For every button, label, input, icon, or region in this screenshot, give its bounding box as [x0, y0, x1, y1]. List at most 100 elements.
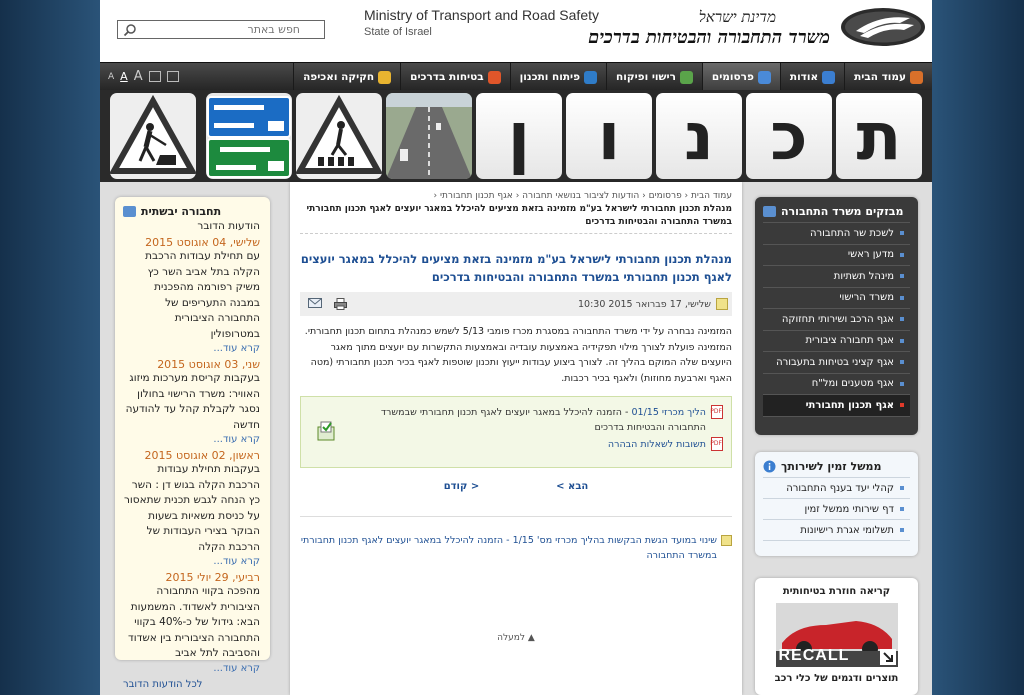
nav-item[interactable]: עמוד הבית [844, 63, 932, 91]
ministry-name-en: Ministry of Transport and Road Safety [364, 7, 599, 23]
all-news-link[interactable]: לכל הודעות הדובר [123, 679, 260, 690]
nav-item[interactable]: רישוי ופיקוח [606, 63, 702, 91]
news-item: שני, 03 אוגוסט 2015 בעקבות קריסת מערכות מ… [123, 358, 260, 445]
article-body: המזמינה נבחרה על ידי משרד התחבורה במסגרת… [300, 324, 732, 386]
related-note-icon [721, 535, 732, 546]
previous-link[interactable]: < קודם [444, 481, 480, 492]
flash-menu-item[interactable]: אגף הרכב ושירותי תחזוקה [763, 309, 910, 331]
article-paragraph: המזמינה פועלת לצורך מילוי תפקידיה באמצעו… [310, 341, 732, 384]
arrow-icon [879, 649, 896, 665]
flash-menu-item[interactable]: מינהל תשתיות [763, 266, 910, 288]
font-medium-button[interactable]: A [120, 70, 128, 83]
read-more-link[interactable]: קרא עוד... [123, 434, 260, 445]
back-to-top-link[interactable]: למעלה [497, 633, 525, 643]
news-item: רביעי, 29 יולי 2015 מהפכה בקווי התחבורה ה… [123, 571, 260, 674]
flash-menu-item-label: אגף תחבורה ציבורית [805, 335, 894, 347]
flash-menu-list: לשכת שר התחבורה מדען ראשי מינהל תשתיות משרד… [763, 222, 910, 417]
flash-menu-item[interactable]: אגף מטענים ומל"ח [763, 374, 910, 395]
flash-menu-item[interactable]: מדען ראשי [763, 245, 910, 266]
flash-menu-item[interactable]: אגף תחבורה ציבורית [763, 331, 910, 352]
attachment-item: PDF תשובות לשאלות הבהרה [341, 437, 723, 452]
background-right [932, 0, 1024, 695]
edit-note-icon [716, 298, 728, 310]
news-panel-title: תחבורה יבשתית [123, 205, 260, 218]
ministry-name-he: משרד התחבורה והבטיחות בדרכים [588, 27, 830, 48]
news-text[interactable]: בעקבות תחילת עבודות הרכבת הקלה בגוש דן :… [123, 462, 260, 555]
breadcrumb-link[interactable]: הודעות לציבור בנושאי תחבורה [522, 191, 639, 201]
download-icon[interactable] [317, 421, 335, 441]
banner-letter-tile: ו [566, 93, 652, 179]
speech-bubble-icon [763, 206, 776, 217]
service-item[interactable]: קהלי יעד בענף התחבורה [763, 478, 910, 499]
nav-item[interactable]: בטיחות בדרכים [400, 63, 510, 91]
bullet-icon [900, 528, 904, 532]
banner-letter-tile: ת [836, 93, 922, 179]
email-icon[interactable] [308, 298, 322, 308]
content-panel: עמוד הבית ‹ פרסומים ‹ הודעות לציבור בנוש… [290, 182, 742, 695]
bullet-icon [900, 295, 904, 300]
pedestrian-sign-tile [296, 93, 382, 179]
service-item-label: קהלי יעד בענף התחבורה [786, 482, 894, 494]
banner-letter-tile: נ [656, 93, 742, 179]
nav-item[interactable]: פרסומים [701, 63, 780, 91]
breadcrumb-separator: ‹ [639, 191, 649, 201]
services-panel: ממשל זמין לשירותך קהלי יעד בענף התחבורה ד… [755, 452, 918, 556]
breadcrumb-link[interactable]: פרסומים [649, 191, 682, 201]
flash-menu-item[interactable]: אגף תכנון תחבורתי [763, 395, 910, 417]
service-item-label: תשלומי אגרת רישיונות [800, 524, 894, 536]
attachment-link[interactable]: תשובות לשאלות הבהרה [608, 439, 706, 450]
font-small-button[interactable]: A [108, 72, 114, 82]
related-article-link[interactable]: שינוי במועד הגשת הבקשות בהליך מכרזי מס' … [300, 533, 717, 563]
accessibility-tools: A A A [108, 69, 179, 84]
bullet-icon [900, 507, 904, 511]
flash-menu-item-label: אגף הרכב ושירותי תחזוקה [781, 313, 894, 325]
flash-menu-item[interactable]: משרד הרישוי [763, 288, 910, 309]
flash-menu-title: מבזקים משרד התחבורה [763, 205, 910, 218]
info-icon [763, 460, 776, 473]
nav-items: עמוד הבית אודות פרסומים רישוי ופיקוח פיתוח ו… [293, 63, 932, 91]
ministry-logo-icon[interactable] [840, 6, 926, 48]
flash-menu-item[interactable]: אגף קציני בטיחות בתעבורה [763, 352, 910, 374]
nav-item[interactable]: חקיקה ואכיפה [293, 63, 400, 91]
read-more-link[interactable]: קרא עוד... [123, 663, 260, 674]
breadcrumb-link[interactable]: אגף תכנון תחבורתי [440, 191, 513, 201]
recall-image[interactable]: RECALL [775, 603, 898, 667]
read-more-link[interactable]: קרא עוד... [123, 343, 260, 354]
services-list: קהלי יעד בענף התחבורה דף שירותי ממשל זמין… [763, 477, 910, 541]
background-left [0, 0, 100, 695]
print-icon[interactable] [334, 298, 347, 310]
read-more-link[interactable]: קרא עוד... [123, 556, 260, 567]
news-panel-subtitle: הודעות הדובר [197, 220, 260, 232]
article-paragraph: המזמינה נבחרה על ידי משרד התחבורה במסגרת… [304, 326, 732, 337]
flash-menu-item-label: מדען ראשי [847, 249, 894, 261]
up-arrow-icon: ▲ [527, 633, 535, 643]
nav-item-label: רישוי ופיקוח [616, 71, 676, 83]
attachment-link[interactable]: הליך מכרזי 01/15 [631, 407, 706, 418]
service-item[interactable]: דף שירותי ממשל זמין [763, 499, 910, 520]
print-layout-icon[interactable] [166, 71, 179, 82]
news-text[interactable]: מהפכה בקווי התחבורה הציבורית לאשדוד. המש… [123, 584, 260, 662]
recall-title: קריאה חוזרת בטיחותית [782, 586, 891, 597]
nav-item[interactable]: פיתוח ותכנון [509, 63, 606, 91]
bullet-icon [900, 317, 904, 322]
nav-item-label: בטיחות בדרכים [410, 71, 484, 83]
home-icon [910, 70, 923, 84]
breadcrumb: עמוד הבית ‹ פרסומים ‹ הודעות לציבור בנוש… [300, 190, 732, 203]
search-input[interactable] [120, 21, 300, 38]
news-text[interactable]: בעקבות קריסת מערכות מיזוג האוויר: משרד ה… [123, 371, 260, 433]
nav-item-label: חקיקה ואכיפה [303, 71, 375, 83]
bullet-icon [900, 486, 904, 490]
font-large-button[interactable]: A [134, 69, 143, 84]
search-icon[interactable] [123, 23, 137, 37]
news-item: שלישי, 04 אוגוסט 2015 עם תחילת עבודות הרכ… [123, 236, 260, 354]
breadcrumb-link[interactable]: עמוד הבית [691, 191, 732, 201]
service-item[interactable]: תשלומי אגרת רישיונות [763, 520, 910, 541]
next-link[interactable]: הבא > [556, 481, 588, 492]
nav-item[interactable]: אודות [779, 63, 844, 91]
state-name-en: State of Israel [364, 26, 432, 38]
flash-menu-item[interactable]: לשכת שר התחבורה [763, 223, 910, 245]
nav-item-label: פיתוח ותכנון [519, 71, 581, 83]
contrast-icon[interactable] [148, 71, 161, 82]
recall-panel: קריאה חוזרת בטיחותית RECALL תוצרים ודגמי… [755, 578, 918, 695]
news-text[interactable]: עם תחילת עבודות הרכבת הקלה בתל אביב השר … [123, 249, 260, 342]
